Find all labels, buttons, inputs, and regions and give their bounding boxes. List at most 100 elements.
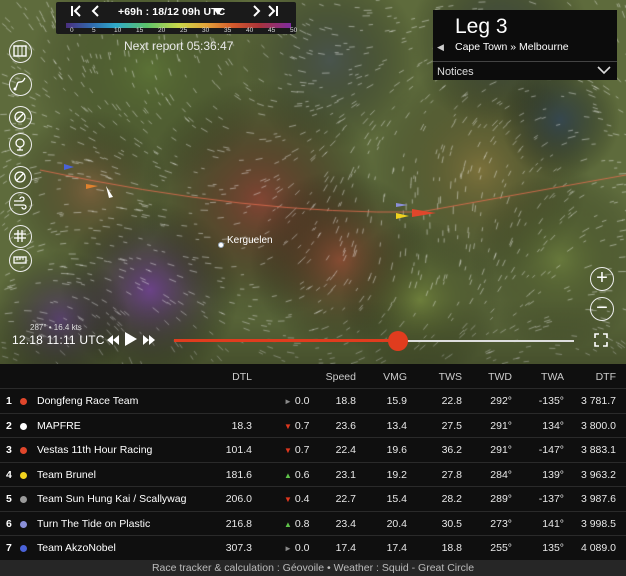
speed-value: 17.4 [335, 542, 356, 554]
trend-down-icon: ▼ [284, 495, 292, 504]
rank: 5 [6, 493, 12, 505]
tws-value: 36.2 [441, 444, 462, 456]
scale-tick: 30 [202, 27, 210, 34]
scale-tick: 40 [246, 27, 254, 34]
team-name[interactable]: MAPFRE [37, 420, 81, 432]
dtf-value: 3 998.5 [580, 517, 616, 530]
play-icon[interactable] [125, 332, 137, 349]
table-row[interactable]: 1 Dongfeng Race Team ► 0.0 18.8 15.9 22.8 292° -… [0, 388, 626, 413]
speed-value: 23.6 [335, 419, 356, 432]
speed-delta: 0.0 [294, 542, 310, 554]
dtf-value: 4 089.0 [580, 542, 616, 554]
twd-value: 255° [490, 542, 512, 554]
playback-time: 12.18 11:11 UTC [12, 333, 105, 347]
speed-value: 23.4 [335, 517, 356, 530]
team-name[interactable]: Team AkzoNobel [37, 542, 116, 554]
chevron-down-icon[interactable] [597, 65, 611, 75]
dtl-value: 307.3 [225, 542, 252, 554]
column-vmg[interactable]: VMG [383, 371, 407, 383]
heading-icon [14, 171, 26, 183]
rank: 2 [6, 419, 12, 432]
vmg-value: 19.2 [386, 468, 407, 481]
table-row[interactable]: 3 Vestas 11th Hour Racing 101.4 ▼ 0.7 22.4 19.… [0, 437, 626, 462]
speed-delta: 0.6 [294, 468, 310, 481]
zoom-out-button[interactable]: − [590, 297, 614, 321]
chevron-right-icon[interactable] [248, 5, 264, 21]
table-row[interactable]: 7 Team AkzoNobel 307.3 ► 0.0 17.4 17.4 18.8 255°… [0, 535, 626, 560]
route-button[interactable] [9, 73, 32, 96]
race-map[interactable]: Kerguelen +69h : 18/12 09h UTC 0 5 10 15 20 2… [0, 0, 626, 364]
column-tws[interactable]: TWS [439, 371, 462, 383]
vmg-value: 13.4 [386, 419, 407, 432]
map-layers-button[interactable] [9, 40, 32, 63]
ruler-button[interactable] [9, 249, 32, 272]
team-name[interactable]: Team Sun Hung Kai / Scallywag [37, 493, 186, 505]
ranking-table: DTL Speed VMG TWS TWD TWA DTF 1 Dongfeng … [0, 364, 626, 560]
table-row[interactable]: 6 Turn The Tide on Plastic 216.8 ▲ 0.8 23.4 20… [0, 510, 626, 536]
scale-tick: 10 [114, 27, 122, 34]
speed-value: 22.7 [335, 493, 356, 505]
heading-button[interactable] [9, 166, 32, 189]
speed-value: 18.8 [335, 395, 356, 407]
team-name[interactable]: Dongfeng Race Team [37, 395, 138, 407]
team-color-dot [20, 471, 27, 479]
rewind-icon[interactable] [107, 334, 119, 348]
table-row[interactable]: 2 MAPFRE 18.3 ▼ 0.7 23.6 13.4 27.5 291° 134° 3 800… [0, 412, 626, 438]
grid-button[interactable] [9, 225, 32, 248]
timeline-handle[interactable] [388, 331, 408, 351]
previous-leg-icon[interactable]: ◀ [437, 42, 444, 53]
speed-trend: ▼ 0.7 [284, 444, 310, 456]
team-name[interactable]: Team Brunel [37, 469, 96, 481]
vmg-value: 15.4 [386, 493, 407, 505]
compass-icon [14, 111, 26, 123]
column-twa[interactable]: TWA [541, 371, 564, 383]
boat-akzonobel[interactable] [64, 162, 78, 172]
boat-dongfeng[interactable] [410, 206, 438, 220]
scale-tick: 5 [92, 27, 96, 34]
buoy-button[interactable] [9, 133, 32, 156]
trend-flat-icon: ► [284, 397, 292, 406]
boat-mapfre[interactable] [104, 186, 116, 200]
tws-value: 27.8 [441, 468, 462, 481]
map-layers-icon [13, 45, 27, 57]
column-dtl[interactable]: DTL [232, 371, 252, 383]
speed-delta: 0.8 [294, 517, 310, 530]
speed-trend: ► 0.0 [284, 395, 310, 407]
dtl-value: 18.3 [231, 419, 252, 432]
dtf-value: 3 883.1 [580, 444, 616, 456]
table-row[interactable]: 5 Team Sun Hung Kai / Scallywag 206.0 ▼ 0.4 2… [0, 486, 626, 511]
divider [433, 61, 617, 62]
grid-icon [14, 230, 26, 242]
scale-tick: 15 [136, 27, 144, 34]
column-dtf[interactable]: DTF [596, 371, 616, 383]
compass-button[interactable] [9, 106, 32, 129]
table-row[interactable]: 4 Team Brunel 181.6 ▲ 0.6 23.1 19.2 27.8 284° 139… [0, 461, 626, 487]
team-name[interactable]: Vestas 11th Hour Racing [37, 444, 152, 456]
twd-value: 291° [490, 444, 512, 456]
skip-forward-icon[interactable] [265, 5, 281, 21]
caret-down-icon[interactable] [210, 5, 226, 21]
dtl-value: 181.6 [225, 468, 252, 481]
scale-tick: 0 [70, 27, 74, 34]
twd-value: 273° [490, 517, 512, 530]
tws-value: 30.5 [441, 517, 462, 530]
twd-value: 289° [490, 493, 512, 505]
team-name[interactable]: Turn The Tide on Plastic [37, 518, 150, 530]
rank: 1 [6, 395, 12, 407]
speed-trend: ▲ 0.8 [284, 518, 310, 530]
column-twd[interactable]: TWD [488, 371, 512, 383]
tws-value: 27.5 [441, 419, 462, 432]
kerguelen-label: Kerguelen [227, 235, 273, 246]
wind-button[interactable] [9, 192, 32, 215]
column-speed[interactable]: Speed [326, 371, 356, 383]
chevron-left-icon[interactable] [88, 5, 104, 21]
boat-scallywag[interactable] [86, 181, 102, 191]
twd-value: 284° [490, 468, 512, 481]
notices-dropdown[interactable]: Notices [437, 66, 474, 78]
zoom-in-button[interactable]: + [590, 267, 614, 291]
twd-value: 291° [490, 419, 512, 432]
speed-delta: 0.0 [294, 395, 310, 407]
fast-forward-icon[interactable] [143, 334, 155, 348]
skip-back-icon[interactable] [68, 5, 84, 21]
fullscreen-icon[interactable] [594, 333, 608, 347]
